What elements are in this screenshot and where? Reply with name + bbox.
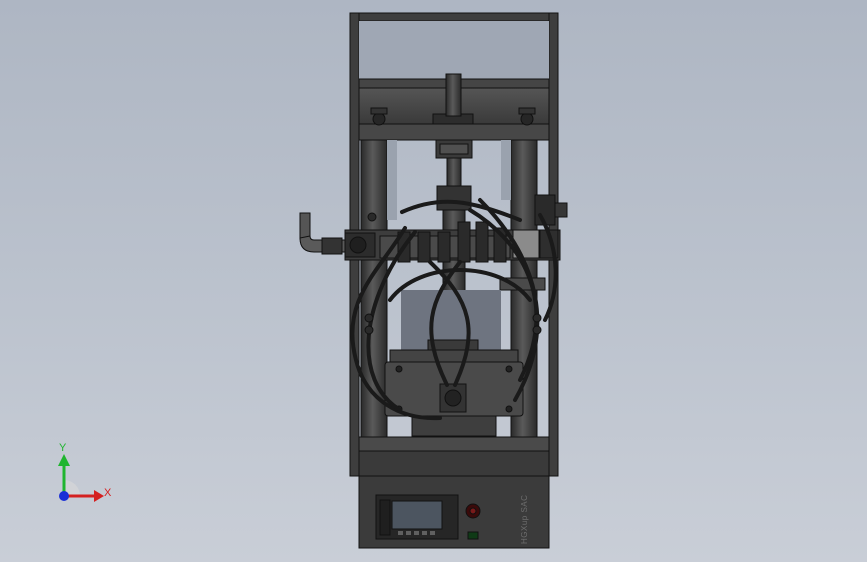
machine-model[interactable] — [0, 0, 867, 562]
x-axis-label: X — [104, 487, 112, 499]
z-axis-dot — [59, 491, 69, 501]
elbow-fitting — [299, 212, 346, 255]
top-plate-assembly — [358, 73, 550, 141]
orientation-triad: X Y — [48, 440, 128, 510]
graphics-viewport[interactable]: HGXup SAC X Y — [0, 0, 867, 562]
y-axis-label: Y — [59, 442, 67, 454]
control-panel-brand-label: HGXup SAC — [520, 494, 529, 544]
